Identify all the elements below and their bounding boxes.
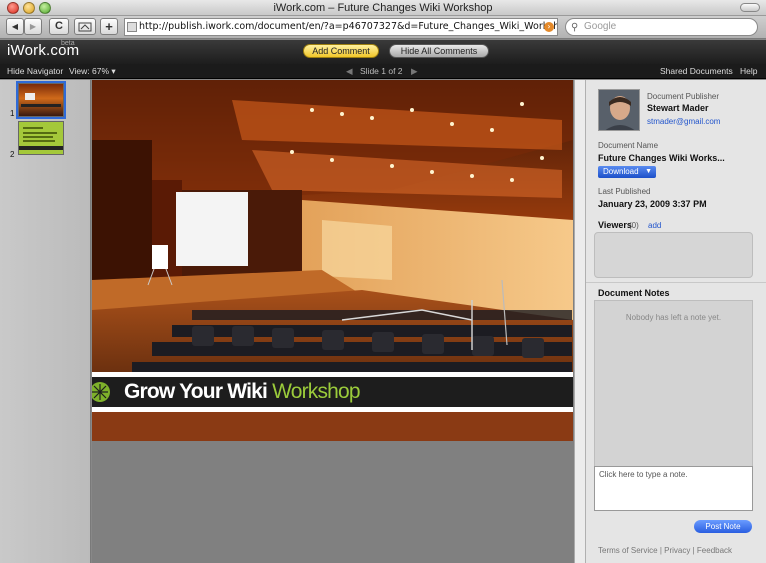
publisher-avatar [598,89,640,131]
slide-scroll-edge [574,80,585,563]
thumb-screen [25,93,35,100]
address-url: http://publish.iwork.com/document/en/?a=… [139,21,558,32]
viewers-box [594,232,753,278]
leaf-logo-icon [92,382,110,402]
notes-empty-message: Nobody has left a note yet. [625,313,722,322]
document-name: Future Changes Wiki Works... [598,153,725,163]
slide-thumbnail-2[interactable] [18,121,64,155]
slide-counter: Slide 1 of 2 [360,66,403,76]
document-navbar: Hide Navigator View: 67% ▾ ◀ Slide 1 of … [0,64,766,79]
back-arrow-icon: ◀ [11,22,19,31]
privacy-link[interactable]: Privacy [664,546,690,555]
search-icon: ⚲ [571,22,579,33]
rss-icon[interactable]: › [544,22,554,32]
chevron-down-icon: ▼ [645,168,652,175]
banner-title-main: Grow Your Wiki [124,380,273,403]
thumb-line [23,140,55,142]
view-zoom-menu[interactable]: View: 67% ▾ [69,64,116,79]
search-placeholder: Google [584,21,617,32]
page-favicon-icon [127,22,137,32]
search-field[interactable]: ⚲ Google [565,18,758,36]
close-window-icon[interactable] [7,2,19,14]
document-notes-label: Document Notes [598,288,670,298]
download-label: Download [603,167,639,176]
note-textarea[interactable]: Click here to type a note. [594,466,753,511]
feedback-link[interactable]: Feedback [697,546,732,555]
beta-badge: beta [61,40,75,47]
help-link[interactable]: Help [740,64,757,79]
forward-arrow-icon: ▶ [29,22,37,31]
banner-title-accent: Workshop [272,380,361,403]
footer-separator: | [692,546,695,555]
slide-thumbnail-1[interactable] [16,81,66,119]
add-viewer-link[interactable]: add [648,221,661,230]
slide-number-1: 1 [10,109,15,118]
slide-navigator: 1 2 [0,80,91,563]
previous-slide-icon[interactable]: ◀ [346,64,353,79]
viewers-count: (0) [629,221,639,230]
person-icon [599,90,639,130]
reload-icon: C [55,20,63,32]
banner-bottom-stripe [92,407,573,412]
terms-link[interactable]: Terms of Service [598,546,658,555]
plus-icon: + [105,19,113,34]
window-title: iWork.com – Future Changes Wiki Workshop [273,2,493,14]
divider [586,282,766,283]
next-slide-icon[interactable]: ▶ [411,64,418,79]
browser-toolbar: ◀ ▶ C + http://publish.iwork.com/documen… [0,16,766,39]
shared-documents-link[interactable]: Shared Documents [660,64,733,79]
zoom-window-icon[interactable] [39,2,51,14]
panel-footer: Terms of Service | Privacy | Feedback [598,546,732,555]
add-bookmark-button[interactable]: + [100,18,118,35]
footer-separator: | [659,546,662,555]
add-comment-button[interactable]: Add Comment [303,44,379,58]
thumb-line [23,136,53,138]
minimize-window-icon[interactable] [23,2,35,14]
thumb-line [23,127,43,129]
document-info-panel: Document Publisher Stewart Mader stmader… [585,80,766,563]
reload-button[interactable]: C [49,18,69,35]
slide-stage: Grow Your Wiki Workshop [92,80,574,563]
window-titlebar: iWork.com – Future Changes Wiki Workshop [0,0,766,16]
last-published-label: Last Published [598,187,651,196]
post-note-button[interactable]: Post Note [694,520,752,533]
toolbar-toggle-icon[interactable] [740,3,760,12]
iwork-header: iWork.com beta Add Comment Hide All Comm… [0,40,766,64]
thumb-banner [19,146,63,150]
document-name-label: Document Name [598,141,659,150]
viewers-label: Viewers [598,220,632,230]
publisher-email-link[interactable]: stmader@gmail.com [647,117,720,126]
back-button[interactable]: ◀ [6,18,24,35]
thumb-line [23,132,57,134]
note-placeholder: Click here to type a note. [599,470,688,479]
publisher-label: Document Publisher [647,92,720,101]
slide-number-2: 2 [10,150,15,159]
address-bar[interactable]: http://publish.iwork.com/document/en/?a=… [124,18,558,36]
forward-button[interactable]: ▶ [24,18,42,35]
last-published-date: January 23, 2009 3:37 PM [598,199,707,209]
download-button[interactable]: Download ▼ [598,166,656,178]
publisher-name: Stewart Mader [647,103,709,113]
snapback-icon [78,22,92,32]
hide-navigator-link[interactable]: Hide Navigator [7,64,63,79]
slide-banner-title: Grow Your Wiki Workshop [124,377,361,407]
thumb-banner [21,104,61,107]
notes-list: Nobody has left a note yet. [594,300,753,467]
current-slide[interactable]: Grow Your Wiki Workshop [92,80,573,441]
snapback-button[interactable] [74,18,96,35]
hide-comments-button[interactable]: Hide All Comments [389,44,489,58]
